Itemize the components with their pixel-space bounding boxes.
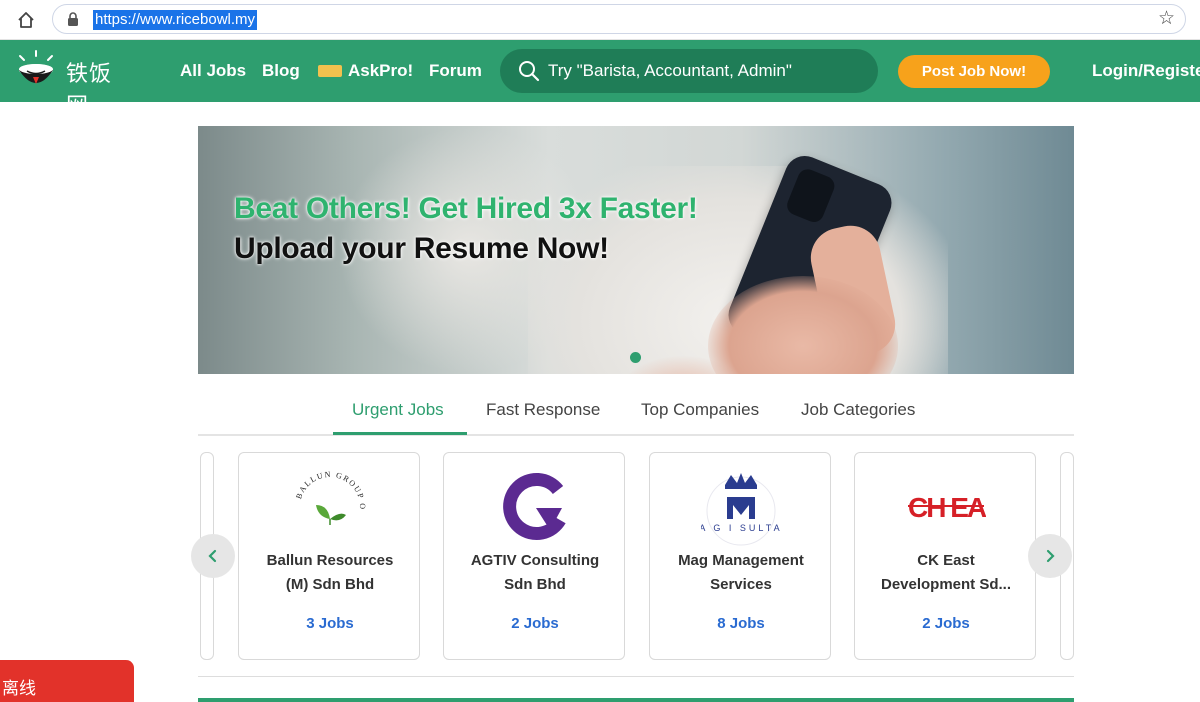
tab-job-categories[interactable]: Job Categories xyxy=(801,400,915,420)
ck-east-logo-icon: CH EAST 東昇 xyxy=(908,492,986,523)
company-card-ck-east[interactable]: CH EAST 東昇 CK East Development Sd... 2 J… xyxy=(854,452,1036,660)
company-card-mag[interactable]: A G I SULTA Mag Management Services 8 Jo… xyxy=(649,452,831,660)
chevron-left-icon xyxy=(208,549,217,563)
askpro-icon xyxy=(318,65,342,77)
job-tabs: Urgent Jobs Fast Response Top Companies … xyxy=(198,392,1074,436)
browser-address-bar: https://www.ricebowl.my ☆ xyxy=(0,0,1200,40)
svg-text:A G I SULTA: A G I SULTA xyxy=(701,523,781,533)
company-jobs-count[interactable]: 2 Jobs xyxy=(865,615,1027,632)
company-name: AGTIV Consulting Sdn Bhd xyxy=(454,549,616,597)
section-accent-bar xyxy=(198,698,1074,702)
job-search-box[interactable]: Try "Barista, Accountant, Admin" xyxy=(500,49,878,93)
ballun-logo: BALLUN GROUP OF COMPANIES xyxy=(290,467,370,547)
company-name-line2: Development Sd... xyxy=(880,576,1012,593)
active-tab-indicator xyxy=(333,432,467,435)
post-job-button[interactable]: Post Job Now! xyxy=(898,55,1050,88)
company-name-line1: CK East xyxy=(917,552,975,569)
agtiv-logo xyxy=(495,467,575,547)
rice-bowl-logo-icon xyxy=(19,50,53,84)
company-name-line1: AGTIV Consulting xyxy=(470,552,600,569)
nav-askpro[interactable]: AskPro! xyxy=(318,61,413,81)
svg-text:BALLUN GROUP OF COMPANIES: BALLUN GROUP OF COMPANIES xyxy=(290,467,367,511)
offline-badge[interactable]: 离线 xyxy=(0,660,134,702)
site-header: 铁饭网 All Jobs Blog AskPro! Forum Try "Bar… xyxy=(0,40,1200,119)
bookmark-star-icon[interactable]: ☆ xyxy=(1158,9,1175,29)
nav-forum[interactable]: Forum xyxy=(429,61,482,81)
company-name-line2: Services xyxy=(710,576,772,593)
lock-icon xyxy=(67,12,79,32)
tab-top-companies[interactable]: Top Companies xyxy=(641,400,759,420)
nav-all-jobs[interactable]: All Jobs xyxy=(180,61,246,81)
svg-text:CH EAST 東昇: CH EAST 東昇 xyxy=(908,492,986,523)
mag-logo: A G I SULTA xyxy=(701,467,781,547)
crown-logo-icon: A G I SULTA xyxy=(701,473,781,546)
carousel-dot[interactable] xyxy=(630,352,641,363)
section-divider xyxy=(198,676,1074,677)
tab-fast-response[interactable]: Fast Response xyxy=(486,400,600,420)
tab-urgent-jobs[interactable]: Urgent Jobs xyxy=(352,400,444,420)
company-name-line2: Sdn Bhd xyxy=(504,576,566,593)
carousel-next-button[interactable] xyxy=(1028,534,1072,578)
company-name: CK East Development Sd... xyxy=(865,549,1027,597)
chevron-right-icon xyxy=(1046,549,1055,563)
phone-camera xyxy=(784,166,838,226)
nav-askpro-label: AskPro! xyxy=(348,61,414,80)
company-jobs-count[interactable]: 3 Jobs xyxy=(249,615,411,632)
search-placeholder[interactable]: Try "Barista, Accountant, Admin" xyxy=(548,61,792,81)
ck-east-logo: CH EAST 東昇 xyxy=(906,467,986,547)
company-name: Mag Management Services xyxy=(660,549,822,597)
url-field[interactable]: https://www.ricebowl.my ☆ xyxy=(52,4,1186,34)
company-carousel: BALLUN GROUP OF COMPANIES Ballun Resourc… xyxy=(191,450,1074,662)
leaf-logo-icon: BALLUN GROUP OF COMPANIES xyxy=(290,467,367,525)
company-name-line2: (M) Sdn Bhd xyxy=(285,576,375,593)
agtiv-g-logo-icon xyxy=(503,473,566,540)
logo-text: 铁饭网 xyxy=(66,62,113,119)
search-icon xyxy=(518,60,540,87)
company-card-agtiv[interactable]: AGTIV Consulting Sdn Bhd 2 Jobs xyxy=(443,452,625,660)
company-jobs-count[interactable]: 2 Jobs xyxy=(454,615,616,632)
company-name-line1: Ballun Resources xyxy=(266,552,394,569)
company-name-line1: Mag Management xyxy=(678,552,804,569)
carousel-prev-button[interactable] xyxy=(191,534,235,578)
hero-banner[interactable]: Beat Others! Get Hired 3x Faster! Upload… xyxy=(198,126,1074,374)
company-name: Ballun Resources (M) Sdn Bhd xyxy=(249,549,411,597)
banner-subheadline: Upload your Resume Now! xyxy=(234,232,609,265)
login-register-link[interactable]: Login/Register xyxy=(1092,61,1200,81)
banner-headline: Beat Others! Get Hired 3x Faster! xyxy=(234,192,698,225)
nav-blog[interactable]: Blog xyxy=(262,61,300,81)
company-card-ballun[interactable]: BALLUN GROUP OF COMPANIES Ballun Resourc… xyxy=(238,452,420,660)
site-logo[interactable]: 铁饭网 xyxy=(14,50,134,119)
home-icon[interactable] xyxy=(14,8,38,32)
url-text[interactable]: https://www.ricebowl.my xyxy=(93,10,258,30)
company-jobs-count[interactable]: 8 Jobs xyxy=(660,615,822,632)
